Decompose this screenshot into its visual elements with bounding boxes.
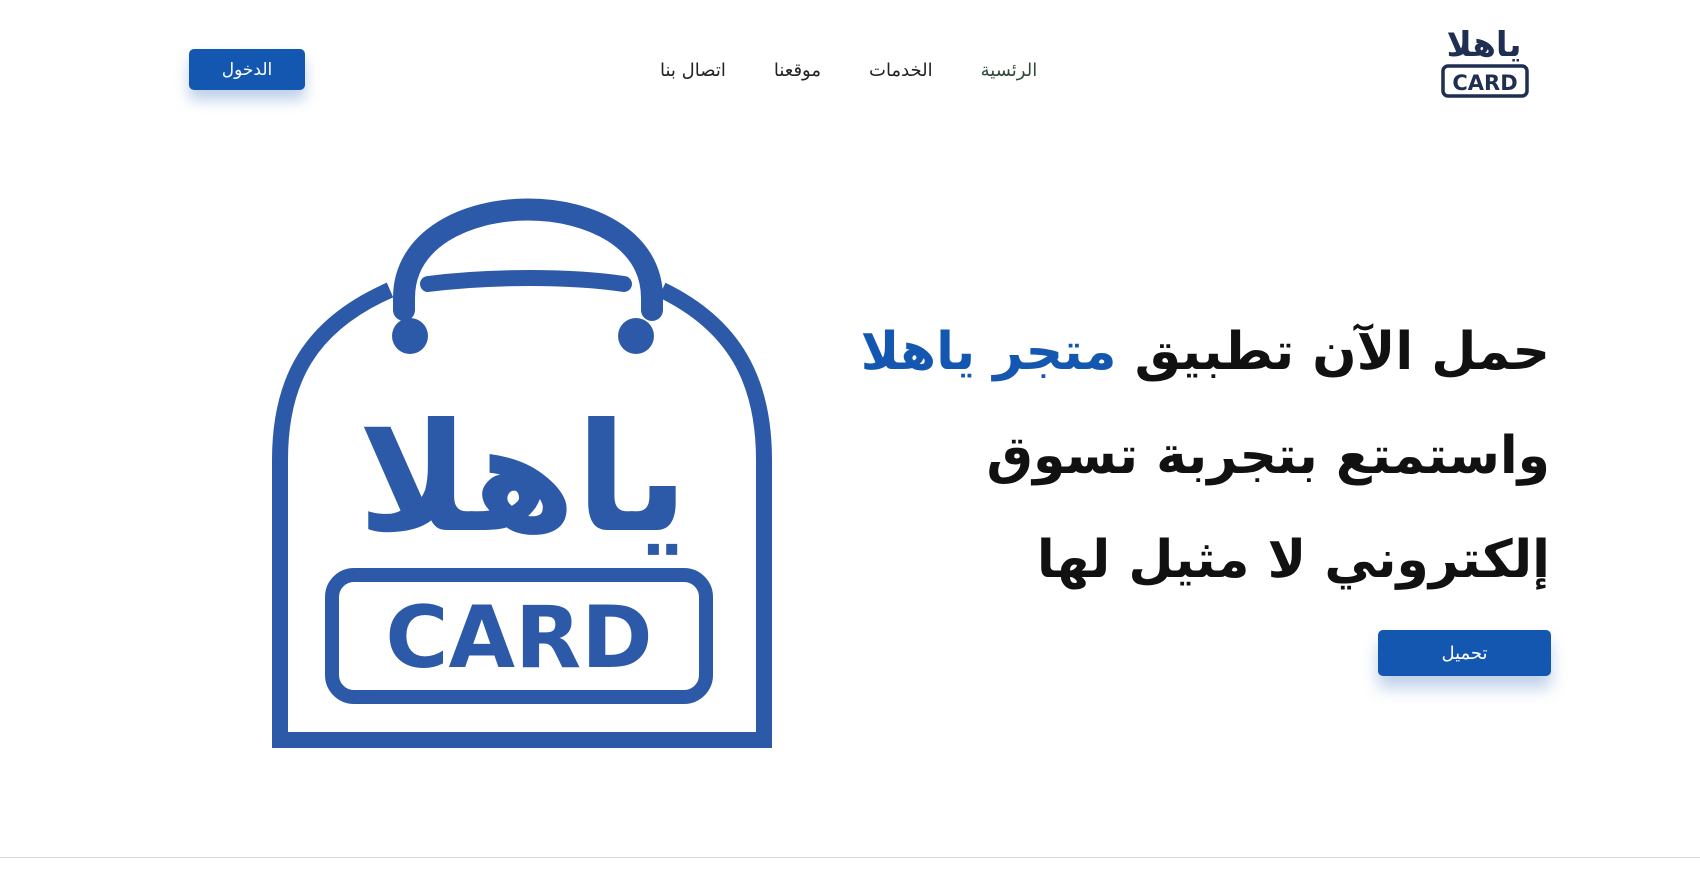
logo-arabic-text: ياهلا	[1447, 25, 1522, 65]
headline-line-1-text: حمل الآن تطبيق	[1116, 322, 1550, 382]
bag-left-rivet	[392, 318, 428, 354]
logo-yahala-card[interactable]: ياهلا CARD	[1438, 20, 1530, 102]
bag-handle	[393, 198, 663, 321]
bag-right-rivet	[618, 318, 654, 354]
login-button[interactable]: الدخول	[189, 49, 305, 90]
headline-line-2: واستمتع بتجربة تسوق	[986, 426, 1551, 486]
headline-line-1: حمل الآن تطبيق متجر ياهلا	[860, 300, 1550, 404]
hero-shopping-bag-logo: ياهلا CARD	[272, 198, 772, 748]
divider	[0, 857, 1700, 858]
nav-item-services[interactable]: الخدمات	[869, 58, 933, 88]
headline-line-3: إلكتروني لا مثيل لها	[1036, 530, 1550, 590]
main-nav: الرئسية الخدمات موقعنا اتصال بنا	[660, 58, 1037, 88]
nav-item-contact[interactable]: اتصال بنا	[660, 58, 726, 88]
site-header: ياهلا CARD الرئسية الخدمات موقعنا اتصال …	[0, 0, 1700, 140]
nav-item-location[interactable]: موقعنا	[774, 58, 821, 88]
hero-headline: حمل الآن تطبيق متجر ياهلا واستمتع بتجربة…	[860, 300, 1550, 612]
logo-card-text: CARD	[1452, 71, 1517, 95]
bag-arabic-text: ياهلا	[358, 392, 689, 566]
bag-rim	[420, 270, 632, 292]
bag-card-text: CARD	[385, 588, 652, 688]
download-button[interactable]: تحميل	[1378, 630, 1551, 676]
nav-item-home[interactable]: الرئسية	[981, 58, 1038, 88]
headline-accent: متجر ياهلا	[860, 322, 1117, 382]
